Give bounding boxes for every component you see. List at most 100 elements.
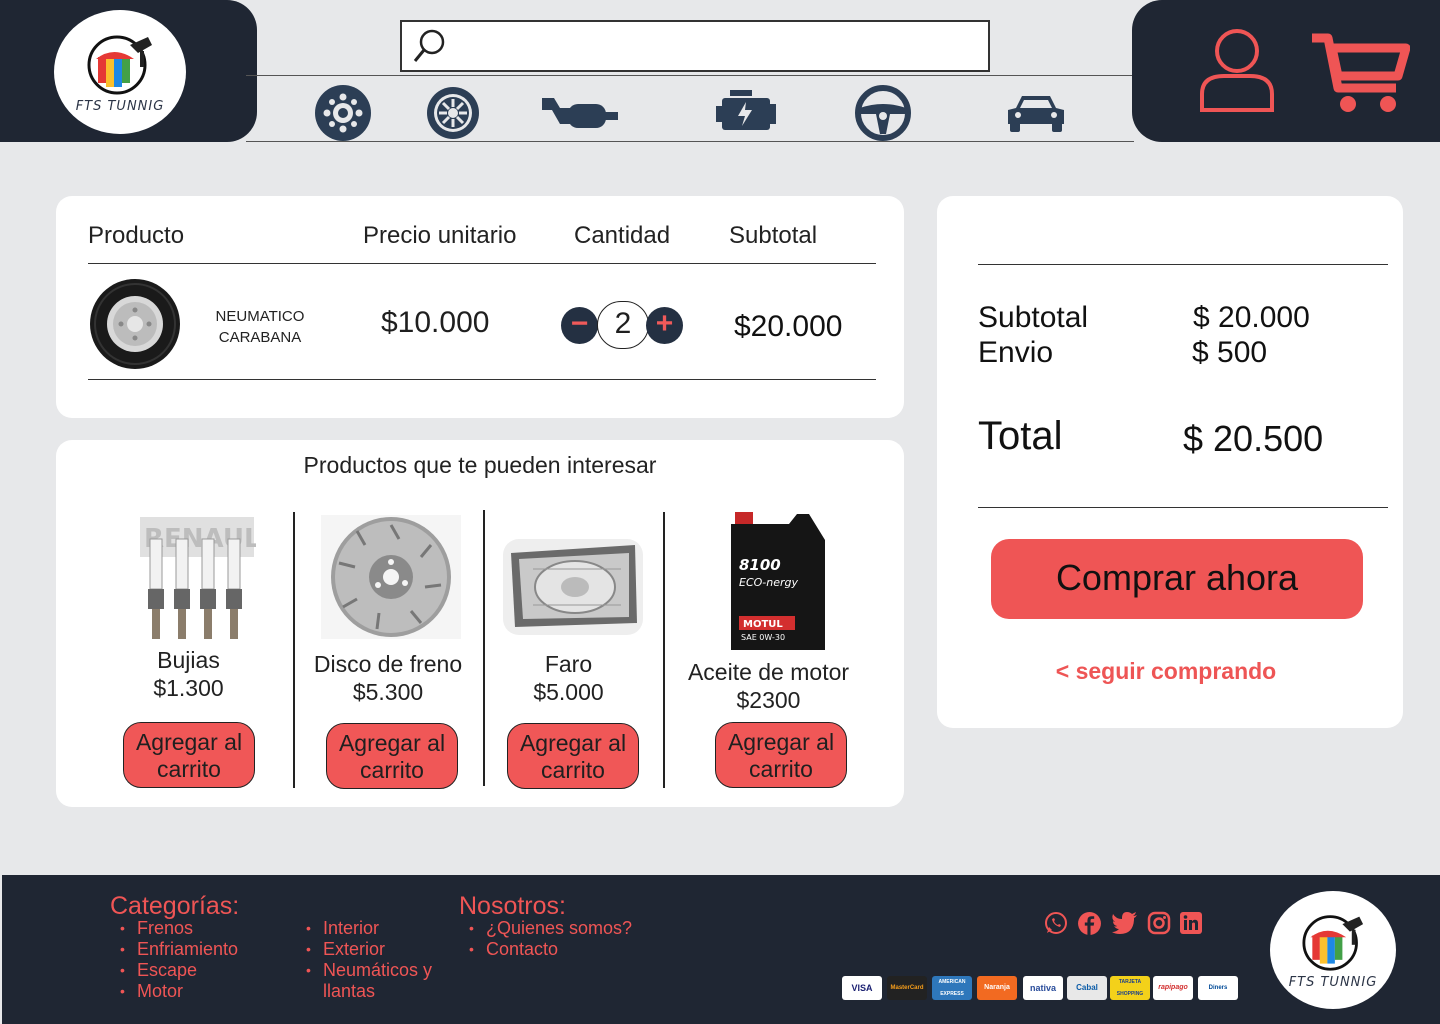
svg-text:8100: 8100 bbox=[739, 556, 781, 574]
header-bottom-rule bbox=[246, 141, 1134, 142]
footer-link[interactable]: Motor bbox=[110, 981, 238, 1002]
summary-subtotal-label: Subtotal bbox=[978, 301, 1089, 334]
cart-item-subtotal: $20.000 bbox=[734, 310, 843, 343]
footer-link[interactable]: Enfriamiento bbox=[110, 939, 238, 960]
product-image-tire bbox=[90, 279, 180, 369]
column-divider bbox=[663, 512, 665, 788]
continue-shopping-link[interactable]: < seguir comprando bbox=[937, 658, 1395, 685]
footer-link[interactable]: Neumáticos y llantas bbox=[296, 960, 456, 1002]
instagram-icon[interactable] bbox=[1147, 911, 1171, 935]
product-image-brake-disc bbox=[321, 515, 461, 639]
linkedin-icon[interactable] bbox=[1179, 911, 1203, 935]
footer-about-title: Nosotros: bbox=[459, 892, 566, 920]
column-divider bbox=[483, 510, 485, 786]
col-header-subtotal: Subtotal bbox=[729, 222, 818, 249]
reco-item-name: Faro bbox=[544, 651, 593, 677]
add-to-cart-button[interactable]: Agregar al carrito bbox=[715, 722, 847, 788]
footer-link[interactable]: Escape bbox=[110, 960, 238, 981]
user-icon[interactable] bbox=[1198, 26, 1276, 112]
summary-total-label: Total bbox=[978, 414, 1063, 458]
car-icon[interactable] bbox=[1006, 92, 1066, 134]
footer-link[interactable]: Exterior bbox=[296, 939, 456, 960]
add-to-cart-button[interactable]: Agregar al carrito bbox=[507, 723, 639, 789]
footer-link[interactable]: Frenos bbox=[110, 918, 238, 939]
cart-item-unit-price: $10.000 bbox=[381, 306, 490, 339]
reco-item: Disco de freno $5.300 bbox=[303, 650, 473, 706]
footer-categories-list-2: Interior Exterior Neumáticos y llantas bbox=[296, 918, 456, 1002]
summary-bottom-divider bbox=[978, 507, 1388, 508]
reco-item: Faro $5.000 bbox=[496, 650, 641, 706]
payment-nativa: nativa bbox=[1023, 976, 1063, 1000]
summary-shipping-value: $ 500 bbox=[1192, 336, 1268, 369]
footer-link[interactable]: Contacto bbox=[459, 939, 632, 960]
payment-diners: Diners bbox=[1198, 976, 1238, 1000]
svg-text:SAE 0W-30: SAE 0W-30 bbox=[741, 633, 785, 642]
quantity-increase-button[interactable]: + bbox=[646, 307, 683, 344]
reco-item-price: $1.300 bbox=[153, 675, 224, 701]
facebook-icon[interactable] bbox=[1077, 911, 1102, 936]
summary-shipping-label: Envio bbox=[978, 336, 1054, 369]
reco-item-price: $2300 bbox=[736, 687, 801, 713]
payment-rapipago: rapipago bbox=[1153, 976, 1193, 1000]
cart-icon[interactable] bbox=[1310, 32, 1410, 114]
reco-item-price: $5.000 bbox=[533, 679, 604, 705]
reco-item-name: Bujias bbox=[157, 647, 220, 673]
payment-tarjeta-shopping: TARJETA SHOPPING bbox=[1110, 976, 1150, 1000]
add-to-cart-button[interactable]: Agregar al carrito bbox=[123, 722, 255, 788]
header-top-rule bbox=[246, 75, 1134, 76]
order-summary-card: Subtotal $ 20.000 Envio $ 500 Total $ 20… bbox=[937, 196, 1403, 728]
exhaust-icon[interactable] bbox=[540, 90, 620, 132]
reco-item-name: Aceite de motor bbox=[687, 659, 850, 685]
logo-text: FTS TUNNIG bbox=[1288, 974, 1378, 990]
buy-now-button[interactable]: Comprar ahora bbox=[991, 539, 1363, 619]
col-header-quantity: Cantidad bbox=[574, 222, 671, 249]
search-bar[interactable] bbox=[400, 20, 990, 72]
reco-item: Aceite de motor $2300 bbox=[676, 658, 861, 714]
summary-top-divider bbox=[978, 264, 1388, 265]
header-left-panel: FTS TUNNIG bbox=[0, 0, 257, 142]
wheel-icon[interactable] bbox=[425, 84, 481, 142]
footer-categories-list: Frenos Enfriamiento Escape Motor bbox=[110, 918, 238, 1002]
logo-graphic bbox=[87, 35, 152, 94]
quantity-decrease-button[interactable]: − bbox=[561, 307, 598, 344]
payment-amex: AMERICAN EXPRESS bbox=[932, 976, 972, 1000]
payment-naranja: Naranja bbox=[977, 976, 1017, 1000]
column-divider bbox=[293, 512, 295, 788]
summary-total-value: $ 20.500 bbox=[1183, 418, 1324, 459]
footer-about-list: ¿Quienes somos? Contacto bbox=[459, 918, 632, 960]
logo-text: FTS TUNNIG bbox=[75, 98, 165, 114]
brand-logo[interactable]: FTS TUNNIG bbox=[54, 10, 186, 134]
reco-item-name: Disco de freno bbox=[313, 651, 463, 677]
footer-link[interactable]: ¿Quienes somos? bbox=[459, 918, 632, 939]
quantity-value[interactable]: 2 bbox=[597, 301, 649, 349]
table-header-divider bbox=[88, 263, 876, 264]
engine-icon[interactable] bbox=[716, 88, 776, 134]
reco-item-price: $5.300 bbox=[352, 679, 424, 705]
footer-brand-logo[interactable]: FTS TUNNIG bbox=[1270, 891, 1396, 1009]
footer-link[interactable]: Interior bbox=[296, 918, 456, 939]
summary-subtotal-value: $ 20.000 bbox=[1193, 301, 1310, 334]
steering-wheel-icon[interactable] bbox=[854, 84, 912, 142]
add-to-cart-button[interactable]: Agregar al carrito bbox=[326, 723, 458, 789]
brake-disc-icon[interactable] bbox=[313, 84, 373, 142]
cart-table-card: Producto Precio unitario Cantidad Subtot… bbox=[56, 196, 904, 418]
footer-categories-title: Categorías: bbox=[110, 892, 240, 920]
payment-mastercard: MasterCard bbox=[887, 976, 927, 1000]
cart-item-name: NEUMATICO CARABANA bbox=[215, 308, 305, 346]
table-row-divider bbox=[88, 379, 876, 380]
whatsapp-icon[interactable] bbox=[1044, 911, 1068, 935]
twitter-icon[interactable] bbox=[1111, 911, 1138, 935]
svg-text:ECO-nergy: ECO-nergy bbox=[739, 576, 799, 589]
search-input[interactable] bbox=[454, 28, 974, 64]
recommendations-title: Productos que te pueden interesar bbox=[303, 452, 657, 478]
recommendations-card: Productos que te pueden interesar RENAUL… bbox=[56, 440, 904, 807]
logo-graphic bbox=[1302, 914, 1364, 971]
svg-text:MOTUL: MOTUL bbox=[743, 619, 783, 630]
product-image-spark-plugs: RENAULT bbox=[140, 517, 256, 639]
footer: Categorías: Frenos Enfriamiento Escape M… bbox=[2, 875, 1440, 1024]
product-image-motor-oil: 8100 ECO-nergy MOTUL SAE 0W-30 bbox=[731, 512, 825, 650]
search-icon[interactable] bbox=[412, 26, 448, 66]
reco-item: Bujias $1.300 bbox=[116, 646, 261, 702]
payment-cabal: Cabal bbox=[1067, 976, 1107, 1000]
col-header-product: Producto bbox=[88, 222, 185, 249]
